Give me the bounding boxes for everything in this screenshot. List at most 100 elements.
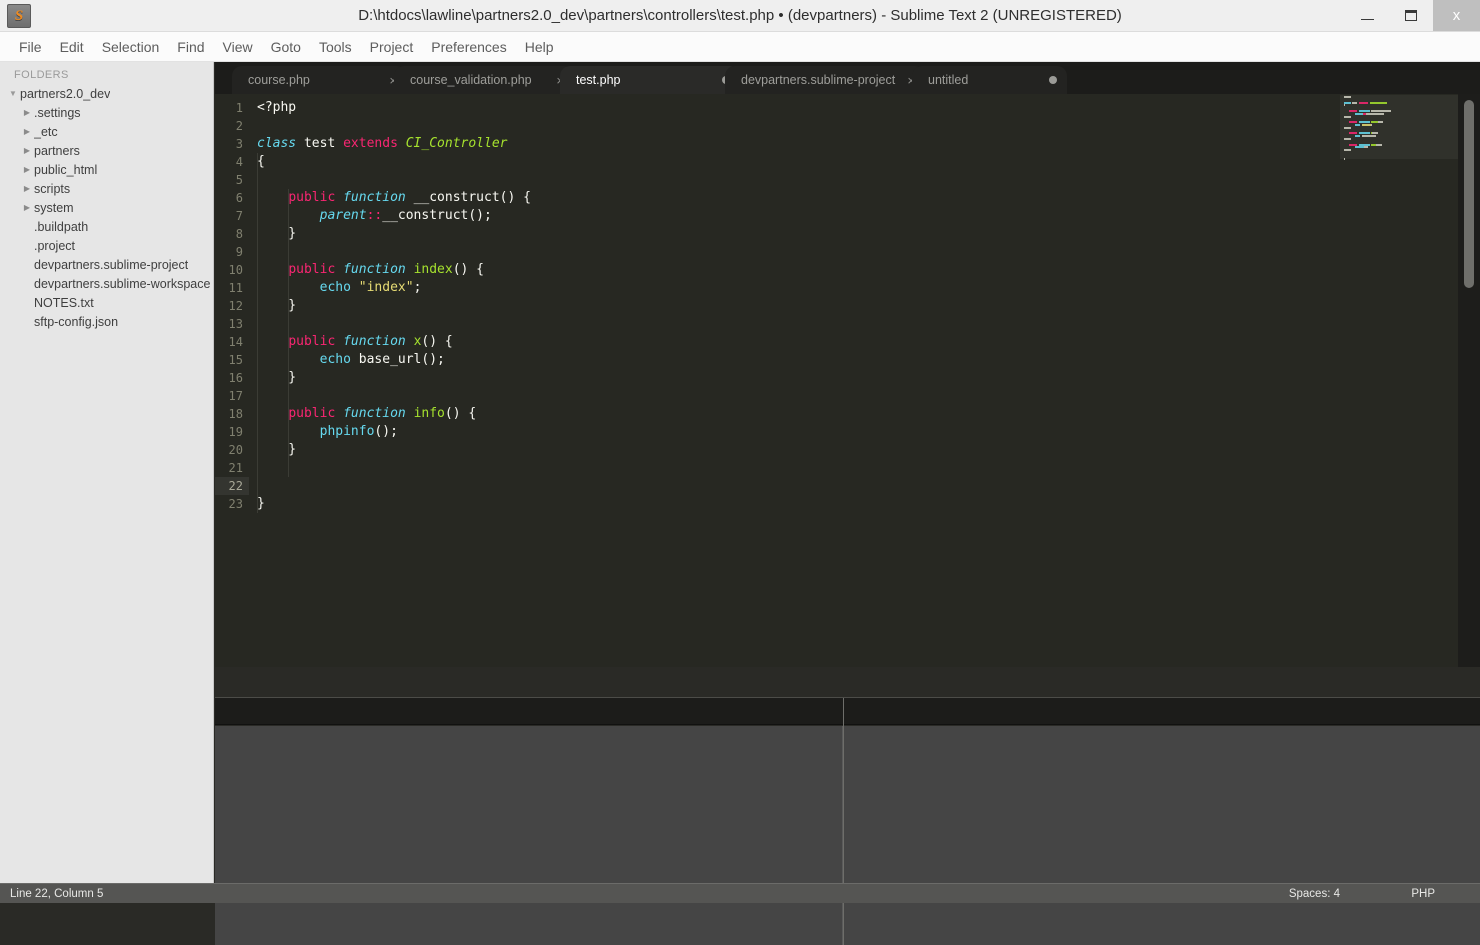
line-number: 15 bbox=[228, 353, 243, 367]
minimap-token bbox=[1354, 112, 1363, 115]
editor-tab-untitled[interactable]: untitled bbox=[912, 66, 1067, 94]
minimap-token bbox=[1349, 121, 1358, 124]
tab-label: test.php bbox=[576, 73, 621, 87]
code-token: function bbox=[343, 406, 406, 421]
menu-item-edit[interactable]: Edit bbox=[51, 36, 93, 58]
tree-folder-system[interactable]: ▶ system bbox=[0, 198, 213, 217]
maximize-button[interactable] bbox=[1389, 0, 1433, 31]
tab-label: devpartners.sublime-project bbox=[741, 73, 896, 87]
line-number: 18 bbox=[228, 407, 243, 421]
status-cursor-position[interactable]: Line 22, Column 5 bbox=[10, 884, 103, 904]
minimap-viewport[interactable] bbox=[1340, 95, 1458, 159]
chevron-right-icon[interactable]: ▶ bbox=[20, 127, 34, 136]
menu-item-help[interactable]: Help bbox=[516, 36, 563, 58]
editor-tab-course-php[interactable]: course.php× bbox=[232, 66, 407, 94]
menu-item-view[interactable]: View bbox=[214, 36, 262, 58]
minimap[interactable] bbox=[1340, 94, 1458, 667]
tree-folder-scripts[interactable]: ▶ scripts bbox=[0, 179, 213, 198]
vertical-scrollbar[interactable] bbox=[1458, 94, 1480, 667]
tab-label: course.php bbox=[248, 73, 310, 87]
code-line[interactable]: } bbox=[257, 297, 296, 315]
bottom-right-tab-bar bbox=[844, 698, 1480, 725]
tree-folder--etc[interactable]: ▶ _etc bbox=[0, 122, 213, 141]
chevron-right-icon[interactable]: ▶ bbox=[20, 108, 34, 117]
editor-main-area: course.php×course_validation.php×test.ph… bbox=[215, 62, 1480, 945]
code-token: test bbox=[303, 136, 336, 151]
chevron-right-icon[interactable]: ▶ bbox=[20, 146, 34, 155]
code-line[interactable]: public function info() { bbox=[257, 405, 476, 423]
code-line[interactable]: } bbox=[257, 495, 265, 513]
folder-tree: ▼ partners2.0_dev ▶ .settings ▶ _etc ▶ partners… bbox=[0, 84, 213, 331]
menu-item-preferences[interactable]: Preferences bbox=[422, 36, 515, 58]
status-indentation[interactable]: Spaces: 4 bbox=[1289, 884, 1340, 904]
editor-tab-devpartners-sublime-project[interactable]: devpartners.sublime-project× bbox=[725, 66, 925, 94]
line-number: 17 bbox=[228, 389, 243, 403]
menu-item-find[interactable]: Find bbox=[168, 36, 213, 58]
tab-unsaved-dot-icon[interactable] bbox=[1049, 76, 1057, 84]
code-line[interactable]: public function x() { bbox=[257, 333, 452, 351]
code-token: public bbox=[288, 262, 336, 277]
chevron-right-icon[interactable]: ▶ bbox=[20, 165, 34, 174]
tree-folder-public-html[interactable]: ▶ public_html bbox=[0, 160, 213, 179]
tree-file--project[interactable]: .project bbox=[0, 236, 213, 255]
tree-file--buildpath[interactable]: .buildpath bbox=[0, 217, 213, 236]
line-number: 19 bbox=[228, 425, 243, 439]
minimap-token bbox=[1344, 101, 1351, 104]
tree-item-label: partners2.0_dev bbox=[20, 86, 111, 101]
close-button[interactable]: x bbox=[1433, 0, 1480, 31]
vertical-scrollbar-thumb[interactable] bbox=[1464, 100, 1474, 288]
minimap-token bbox=[1344, 149, 1351, 152]
tree-folder-partners2-0-dev[interactable]: ▼ partners2.0_dev bbox=[0, 84, 213, 103]
tree-file-notes-txt[interactable]: NOTES.txt bbox=[0, 293, 213, 312]
code-line[interactable]: public function index() { bbox=[257, 261, 484, 279]
status-syntax-mode[interactable]: PHP bbox=[1411, 884, 1435, 904]
window-title: D:\htdocs\lawline\partners2.0_dev\partne… bbox=[358, 7, 1122, 24]
code-line[interactable]: echo base_url(); bbox=[257, 351, 445, 369]
code-token: (); bbox=[374, 424, 398, 439]
menu-item-file[interactable]: File bbox=[10, 36, 51, 58]
minimap-token bbox=[1354, 135, 1361, 138]
code-line[interactable]: phpinfo(); bbox=[257, 423, 398, 441]
minimap-token bbox=[1358, 121, 1370, 124]
pane-vertical-divider[interactable] bbox=[843, 698, 844, 945]
code-line[interactable]: } bbox=[257, 441, 296, 459]
tree-folder--settings[interactable]: ▶ .settings bbox=[0, 103, 213, 122]
code-line[interactable]: } bbox=[257, 225, 296, 243]
line-number: 20 bbox=[228, 443, 243, 457]
code-line[interactable]: public function __construct() { bbox=[257, 189, 531, 207]
tree-item-label: partners bbox=[34, 143, 80, 158]
minimize-button[interactable] bbox=[1345, 0, 1389, 31]
tree-file-devpartners-sublime-project[interactable]: devpartners.sublime-project bbox=[0, 255, 213, 274]
bottom-right-pane[interactable] bbox=[844, 726, 1480, 945]
chevron-down-icon[interactable]: ▼ bbox=[6, 89, 20, 98]
menu-item-project[interactable]: Project bbox=[361, 36, 423, 58]
minimap-token bbox=[1358, 110, 1370, 112]
code-token: "index" bbox=[358, 280, 414, 295]
chevron-right-icon[interactable]: ▶ bbox=[20, 184, 34, 193]
code-line[interactable]: class test extends CI_Controller bbox=[257, 135, 507, 153]
code-line[interactable]: } bbox=[257, 369, 296, 387]
tree-item-label: devpartners.sublime-workspace bbox=[34, 276, 211, 291]
code-token: } bbox=[257, 298, 297, 313]
code-line[interactable]: { bbox=[257, 153, 265, 171]
chevron-right-icon[interactable]: ▶ bbox=[20, 203, 34, 212]
code-editor-view[interactable]: 1 2 3 4 5 6 7 8 9 10 11 12 13 14 15 16 17 18 19 20 21 22 23 <?… bbox=[215, 94, 1480, 667]
menu-item-goto[interactable]: Goto bbox=[262, 36, 310, 58]
menu-item-selection[interactable]: Selection bbox=[93, 36, 169, 58]
menu-item-tools[interactable]: Tools bbox=[310, 36, 361, 58]
bottom-left-tab-bar bbox=[215, 698, 843, 725]
bottom-left-pane[interactable] bbox=[215, 726, 843, 945]
code-line[interactable]: echo "index"; bbox=[257, 279, 422, 297]
editor-tab-course-validation-php[interactable]: course_validation.php× bbox=[394, 66, 574, 94]
code-line[interactable]: <?php bbox=[257, 99, 296, 117]
code-token: extends bbox=[343, 136, 398, 151]
editor-tab-test-php[interactable]: test.php bbox=[560, 66, 740, 94]
tree-folder-partners[interactable]: ▶ partners bbox=[0, 141, 213, 160]
tree-file-devpartners-sublime-workspace[interactable]: devpartners.sublime-workspace bbox=[0, 274, 213, 293]
tree-file-sftp-config-json[interactable]: sftp-config.json bbox=[0, 312, 213, 331]
code-token: parent bbox=[319, 208, 367, 223]
code-line[interactable]: parent::__construct(); bbox=[257, 207, 492, 225]
